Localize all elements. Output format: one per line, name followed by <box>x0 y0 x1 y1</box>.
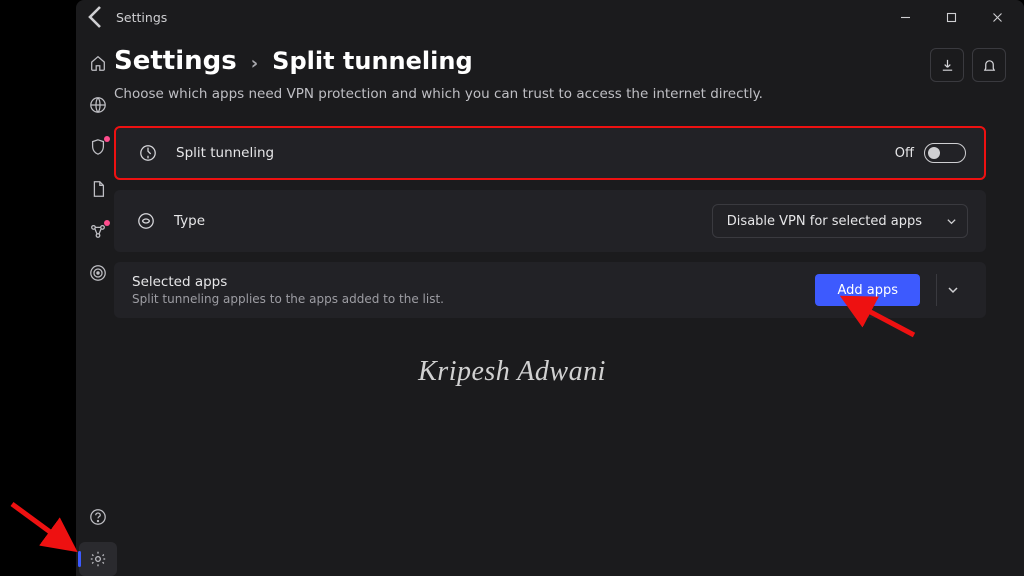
sidebar-item-home[interactable] <box>79 46 117 80</box>
annotation-arrow-settings <box>6 498 81 568</box>
back-button[interactable] <box>80 0 112 34</box>
maximize-button[interactable] <box>928 0 974 34</box>
breadcrumb-root[interactable]: Settings <box>114 46 237 76</box>
type-icon <box>132 210 160 232</box>
selected-apps-subtitle: Split tunneling applies to the apps adde… <box>132 292 444 306</box>
sidebar-item-shield[interactable] <box>79 130 117 164</box>
app-window: Settings Settings › Split tunneling Choo… <box>76 0 1024 576</box>
badge-dot <box>104 220 110 226</box>
page-description: Choose which apps need VPN protection an… <box>114 86 986 102</box>
expand-selected-apps[interactable] <box>936 274 968 306</box>
breadcrumb: Settings › Split tunneling <box>114 46 986 76</box>
split-tunneling-row[interactable]: Split tunneling Off <box>114 126 986 180</box>
split-tunneling-icon <box>134 142 162 164</box>
sidebar-item-file[interactable] <box>79 172 117 206</box>
titlebar: Settings <box>76 0 1024 34</box>
toggle-state-text: Off <box>895 146 914 161</box>
chevron-down-icon <box>946 216 957 227</box>
type-select[interactable]: Disable VPN for selected apps <box>712 204 968 238</box>
sidebar <box>76 34 120 576</box>
selected-apps-row: Selected apps Split tunneling applies to… <box>114 262 986 318</box>
type-row: Type Disable VPN for selected apps <box>114 190 986 252</box>
minimize-button[interactable] <box>882 0 928 34</box>
chevron-down-icon <box>947 284 959 296</box>
breadcrumb-page: Split tunneling <box>272 47 472 75</box>
watermark: Kripesh Adwani <box>418 356 606 388</box>
window-title: Settings <box>112 10 167 25</box>
sidebar-item-help[interactable] <box>79 500 117 534</box>
window-controls <box>882 0 1020 34</box>
breadcrumb-separator: › <box>251 53 258 74</box>
split-tunneling-label: Split tunneling <box>176 145 274 161</box>
sidebar-item-settings[interactable] <box>79 542 117 576</box>
add-apps-label: Add apps <box>837 283 898 298</box>
badge-dot <box>104 136 110 142</box>
sidebar-item-radar[interactable] <box>79 256 117 290</box>
type-select-value: Disable VPN for selected apps <box>727 214 922 229</box>
add-apps-button[interactable]: Add apps <box>815 274 920 306</box>
sidebar-item-browse[interactable] <box>79 88 117 122</box>
close-button[interactable] <box>974 0 1020 34</box>
selected-apps-title: Selected apps <box>132 274 444 290</box>
type-label: Type <box>174 213 205 229</box>
split-tunneling-toggle[interactable] <box>924 143 966 163</box>
sidebar-item-mesh[interactable] <box>79 214 117 248</box>
